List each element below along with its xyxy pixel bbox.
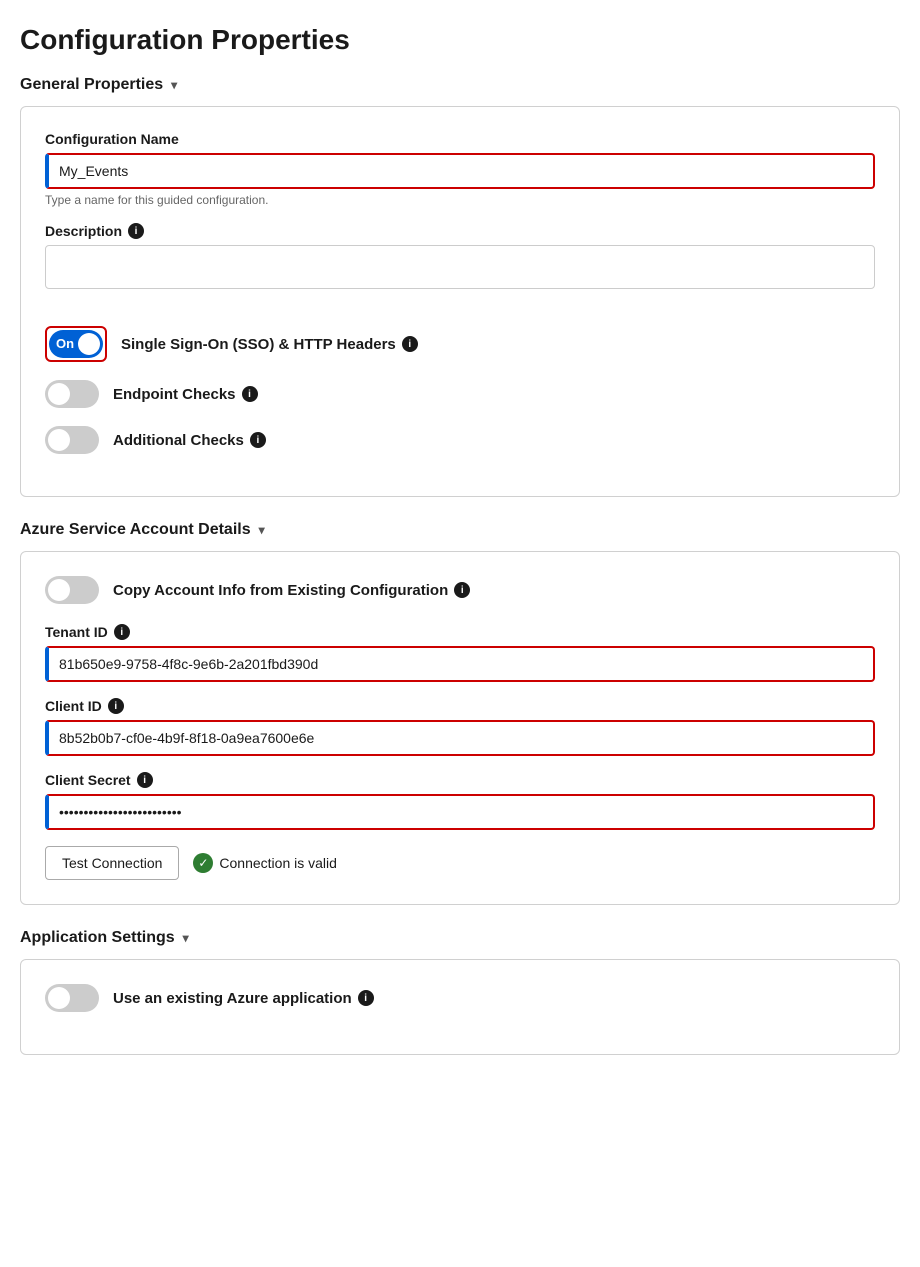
use-existing-toggle[interactable] [45, 984, 99, 1012]
sso-toggle[interactable]: On [49, 330, 103, 358]
use-existing-label: Use an existing Azure application i [113, 990, 374, 1007]
app-section-header[interactable]: Application Settings ▾ [20, 929, 900, 947]
app-chevron-icon: ▾ [183, 931, 189, 945]
general-section-card: Configuration Name Type a name for this … [20, 106, 900, 497]
config-name-input[interactable] [45, 153, 875, 189]
config-name-label: Configuration Name [45, 131, 875, 147]
copy-account-toggle[interactable] [45, 576, 99, 604]
page-title: Configuration Properties [20, 24, 900, 56]
tenant-id-group: Tenant ID i [45, 624, 875, 682]
additional-toggle[interactable] [45, 426, 99, 454]
copy-account-label: Copy Account Info from Existing Configur… [113, 582, 470, 599]
client-secret-label: Client Secret i [45, 772, 875, 788]
general-section-title: General Properties [20, 76, 163, 94]
additional-info-icon: i [250, 432, 266, 448]
use-existing-toggle-thumb [48, 987, 70, 1009]
azure-section-title: Azure Service Account Details [20, 521, 251, 539]
config-name-group: Configuration Name Type a name for this … [45, 131, 875, 207]
connection-valid-icon: ✓ [193, 853, 213, 873]
general-section-header[interactable]: General Properties ▾ [20, 76, 900, 94]
client-id-input[interactable] [45, 720, 875, 756]
description-input[interactable] [45, 245, 875, 289]
app-section-card: Use an existing Azure application i [20, 959, 900, 1055]
config-name-hint: Type a name for this guided configuratio… [45, 193, 875, 207]
description-group: Description i [45, 223, 875, 310]
sso-info-icon: i [402, 336, 418, 352]
copy-account-toggle-thumb [48, 579, 70, 601]
azure-section-header[interactable]: Azure Service Account Details ▾ [20, 521, 900, 539]
sso-toggle-label: On [56, 336, 74, 351]
endpoint-toggle[interactable] [45, 380, 99, 408]
copy-account-toggle-track [45, 576, 99, 604]
copy-account-info-icon: i [454, 582, 470, 598]
use-existing-info-icon: i [358, 990, 374, 1006]
description-info-icon: i [128, 223, 144, 239]
azure-section-card: Copy Account Info from Existing Configur… [20, 551, 900, 905]
sso-toggle-wrapper[interactable]: On [45, 326, 107, 362]
sso-toggle-track: On [49, 330, 103, 358]
additional-toggle-track [45, 426, 99, 454]
test-connection-row: Test Connection ✓ Connection is valid [45, 846, 875, 880]
copy-account-toggle-row: Copy Account Info from Existing Configur… [45, 576, 875, 604]
client-id-label: Client ID i [45, 698, 875, 714]
tenant-id-label: Tenant ID i [45, 624, 875, 640]
endpoint-label: Endpoint Checks i [113, 386, 258, 403]
client-id-group: Client ID i [45, 698, 875, 756]
description-label: Description i [45, 223, 875, 239]
azure-chevron-icon: ▾ [259, 523, 265, 537]
connection-status: ✓ Connection is valid [193, 853, 337, 873]
endpoint-info-icon: i [242, 386, 258, 402]
sso-toggle-thumb [78, 333, 100, 355]
sso-label: Single Sign-On (SSO) & HTTP Headers i [121, 336, 418, 353]
general-chevron-icon: ▾ [171, 78, 177, 92]
use-existing-toggle-row: Use an existing Azure application i [45, 984, 875, 1012]
endpoint-toggle-row: Endpoint Checks i [45, 380, 875, 408]
test-connection-button[interactable]: Test Connection [45, 846, 179, 880]
client-id-info-icon: i [108, 698, 124, 714]
client-secret-input[interactable] [45, 794, 875, 830]
additional-label: Additional Checks i [113, 432, 266, 449]
tenant-id-info-icon: i [114, 624, 130, 640]
endpoint-toggle-track [45, 380, 99, 408]
tenant-id-input[interactable] [45, 646, 875, 682]
endpoint-toggle-thumb [48, 383, 70, 405]
sso-toggle-row: On Single Sign-On (SSO) & HTTP Headers i [45, 326, 875, 362]
client-secret-group: Client Secret i [45, 772, 875, 830]
additional-toggle-row: Additional Checks i [45, 426, 875, 454]
app-section-title: Application Settings [20, 929, 175, 947]
use-existing-toggle-track [45, 984, 99, 1012]
client-secret-info-icon: i [137, 772, 153, 788]
additional-toggle-thumb [48, 429, 70, 451]
